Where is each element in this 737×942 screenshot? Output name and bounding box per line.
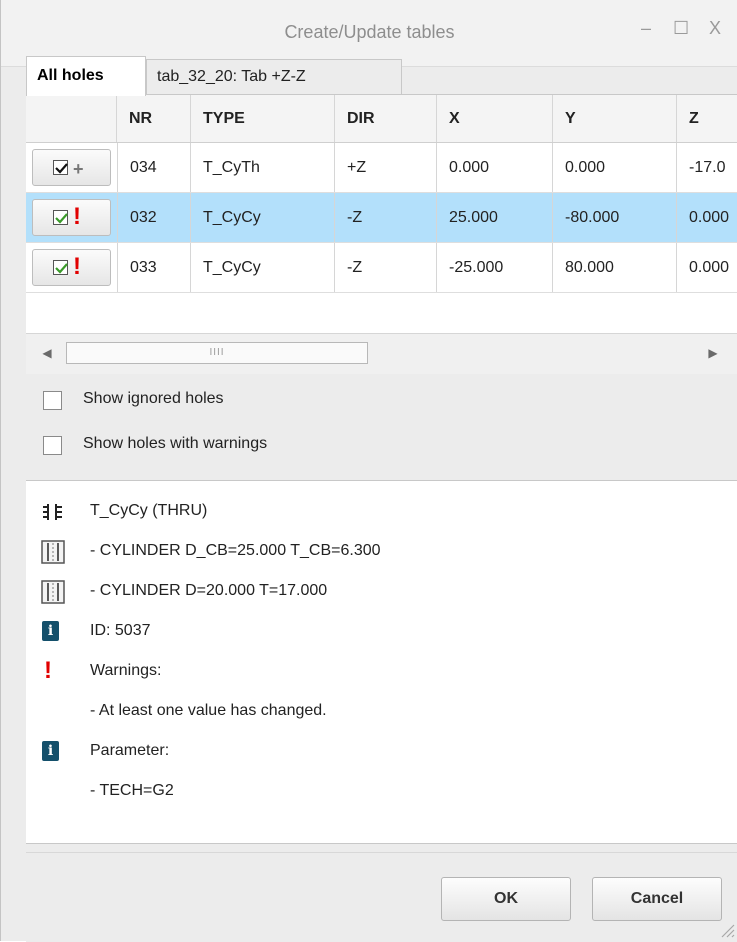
cell-dir: -Z	[335, 193, 437, 242]
window-title: Create/Update tables	[284, 22, 455, 42]
detail-warnings: ! Warnings:	[26, 657, 737, 687]
row-checkbox[interactable]	[53, 160, 68, 175]
cell-x: 25.000	[437, 193, 553, 242]
cell-dir: +Z	[335, 143, 437, 192]
detail-id: i ID: 5037	[26, 617, 737, 647]
minimize-button[interactable]: –	[641, 18, 651, 39]
header-type[interactable]: TYPE	[191, 95, 335, 142]
row-checkbox[interactable]	[53, 260, 68, 275]
cell-type: T_CyTh	[191, 143, 335, 192]
cell-x: 0.000	[437, 143, 553, 192]
row-status-button[interactable]: !	[32, 199, 111, 236]
cell-y: 80.000	[553, 243, 677, 292]
detail-cylinder-2: - CYLINDER D=20.000 T=17.000	[26, 577, 737, 607]
detail-parameter: i Parameter:	[26, 737, 737, 767]
cancel-button[interactable]: Cancel	[592, 877, 722, 921]
header-y[interactable]: Y	[553, 95, 677, 142]
table-row[interactable]: ! 032 T_CyCy -Z 25.000 -80.000 0.000	[26, 193, 737, 243]
cell-type: T_CyCy	[191, 193, 335, 242]
scrollbar-thumb[interactable]: IIII	[66, 342, 368, 364]
table-row[interactable]: + 034 T_CyTh +Z 0.000 0.000 -17.0	[26, 143, 737, 193]
cell-x: -25.000	[437, 243, 553, 292]
cell-nr: 032	[117, 193, 191, 242]
holes-table: NR TYPE DIR X Y Z + 034 T_CyTh +Z 0.000 …	[26, 94, 737, 371]
horizontal-scrollbar[interactable]: ◀ IIII ▶	[26, 333, 737, 374]
scroll-left-arrow-icon[interactable]: ◀	[36, 342, 58, 364]
row-status-button[interactable]: !	[32, 249, 111, 286]
hole-details-panel: T_CyCy (THRU) - CYLINDER D_CB=25.000 T_C…	[26, 480, 737, 844]
cell-z: 0.000	[689, 209, 730, 226]
header-lead	[26, 95, 117, 142]
tab-table-32-20[interactable]: tab_32_20: Tab +Z-Z	[146, 59, 402, 94]
cylinder-icon	[41, 540, 65, 564]
show-warnings-label[interactable]: Show holes with warnings	[83, 435, 267, 453]
resize-grip-icon[interactable]	[718, 921, 736, 939]
detail-warning-message: - At least one value has changed.	[90, 702, 327, 719]
cell-y: 0.000	[553, 143, 677, 192]
cell-y: -80.000	[553, 193, 677, 242]
header-dir[interactable]: DIR	[335, 95, 437, 142]
dialog-footer: OK Cancel	[26, 852, 737, 942]
cell-nr: 034	[117, 143, 191, 192]
dialog-window: Create/Update tables – ☐ X All holes tab…	[0, 0, 737, 942]
info-icon: i	[42, 621, 59, 641]
close-button[interactable]: X	[709, 18, 721, 39]
cell-nr: 033	[117, 243, 191, 292]
checkmark-icon	[55, 163, 68, 174]
checkmark-icon	[55, 263, 68, 274]
detail-warning-text: - At least one value has changed.	[26, 697, 737, 727]
ok-button[interactable]: OK	[441, 877, 571, 921]
detail-type-text: T_CyCy (THRU)	[90, 502, 208, 519]
cylinder-icon	[41, 580, 65, 604]
cell-z: 0.000	[689, 259, 730, 276]
show-ignored-label[interactable]: Show ignored holes	[83, 390, 224, 408]
hole-type-icon	[43, 504, 62, 520]
cell-dir: -Z	[335, 243, 437, 292]
warning-icon: !	[44, 657, 52, 684]
detail-warnings-label: Warnings:	[90, 662, 162, 679]
detail-type-line: T_CyCy (THRU)	[26, 497, 737, 527]
detail-parameter-label: Parameter:	[90, 742, 170, 759]
info-icon: i	[42, 741, 59, 761]
detail-id-text: ID: 5037	[90, 622, 151, 639]
detail-cylinder-1: - CYLINDER D_CB=25.000 T_CB=6.300	[26, 537, 737, 567]
detail-cylinder-1-text: - CYLINDER D_CB=25.000 T_CB=6.300	[90, 542, 381, 559]
maximize-button[interactable]: ☐	[673, 18, 689, 39]
row-status-button[interactable]: +	[32, 149, 111, 186]
header-x[interactable]: X	[437, 95, 553, 142]
show-warnings-checkbox[interactable]	[43, 436, 62, 455]
show-ignored-checkbox[interactable]	[43, 391, 62, 410]
table-header: NR TYPE DIR X Y Z	[26, 95, 737, 143]
detail-parameter-text: - TECH=G2	[90, 782, 174, 799]
checkmark-icon	[55, 213, 68, 224]
scroll-right-arrow-icon[interactable]: ▶	[702, 342, 724, 364]
detail-cylinder-2-text: - CYLINDER D=20.000 T=17.000	[90, 582, 328, 599]
warning-icon: !	[73, 203, 81, 230]
plus-icon: +	[73, 159, 84, 179]
table-row[interactable]: ! 033 T_CyCy -Z -25.000 80.000 0.000	[26, 243, 737, 293]
cell-type: T_CyCy	[191, 243, 335, 292]
tab-all-holes[interactable]: All holes	[26, 56, 146, 96]
detail-parameter-value: - TECH=G2	[26, 777, 737, 807]
header-z[interactable]: Z	[677, 95, 737, 142]
warning-icon: !	[73, 253, 81, 280]
row-checkbox[interactable]	[53, 210, 68, 225]
cell-z: -17.0	[689, 159, 726, 176]
header-nr[interactable]: NR	[117, 95, 191, 142]
